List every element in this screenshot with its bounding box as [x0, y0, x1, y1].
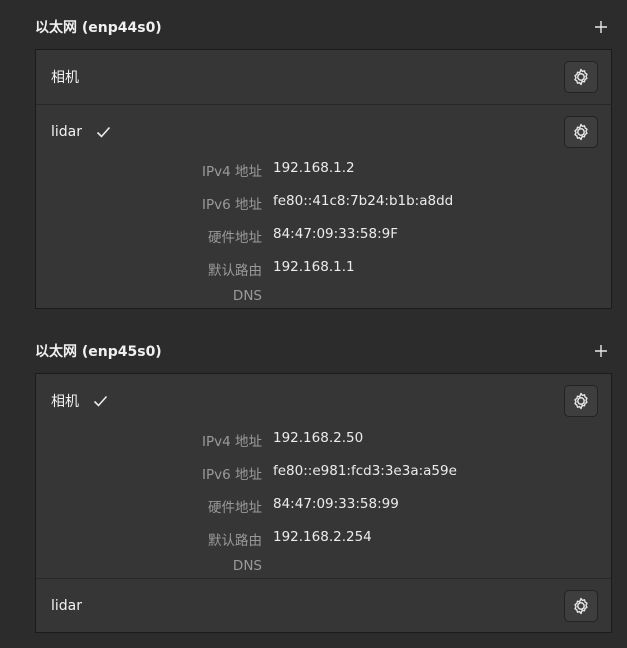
connection-details: IPv4 地址 192.168.2.50 IPv6 地址 fe80::e981:…: [36, 428, 611, 578]
detail-value: 84:47:09:33:58:99: [273, 496, 399, 512]
detail-label: IPv6 地址: [202, 197, 262, 213]
profile-name: lidar: [51, 123, 83, 140]
add-connection-button[interactable]: [590, 340, 612, 362]
detail-value: 84:47:09:33:58:9F: [273, 226, 398, 242]
profile-name: 相机: [51, 70, 79, 86]
detail-value: 192.168.1.1: [273, 259, 355, 275]
detail-dns: DNS: [36, 558, 611, 578]
detail-ipv6: IPv6 地址 fe80::e981:fcd3:3e3a:a59e: [36, 463, 611, 483]
detail-label: IPv6 地址: [202, 467, 262, 483]
detail-default-route: 默认路由 192.168.1.1: [36, 259, 611, 279]
profile-settings-button[interactable]: [564, 116, 598, 148]
profile-row-camera[interactable]: 相机: [36, 374, 611, 428]
checkmark-icon: [93, 395, 108, 407]
section-title: 以太网 (enp44s0): [35, 20, 162, 36]
profile-name: 相机: [51, 394, 79, 410]
detail-value: fe80::e981:fcd3:3e3a:a59e: [273, 463, 457, 479]
detail-ipv4: IPv4 地址 192.168.2.50: [36, 430, 611, 450]
detail-hardware-address: 硬件地址 84:47:09:33:58:9F: [36, 226, 611, 246]
detail-value: 192.168.2.254: [273, 529, 372, 545]
add-connection-button[interactable]: [590, 16, 612, 38]
profile-row-lidar[interactable]: lidar: [36, 104, 611, 158]
detail-label: IPv4 地址: [202, 434, 262, 450]
gear-icon: [574, 123, 588, 141]
detail-hardware-address: 硬件地址 84:47:09:33:58:99: [36, 496, 611, 516]
connection-panel-enp45s0: 相机 IPv4 地址 192.168.2.50 IPv6 地址 fe80::e9…: [35, 373, 612, 633]
gear-icon: [574, 392, 588, 410]
detail-value: fe80::41c8:7b24:b1b:a8dd: [273, 193, 454, 209]
detail-value: 192.168.1.2: [273, 160, 355, 176]
profile-row-lidar[interactable]: lidar: [36, 578, 611, 632]
profile-row-camera[interactable]: 相机: [36, 50, 611, 104]
ethernet-section-header-enp45s0: 以太网 (enp45s0): [35, 339, 612, 363]
ethernet-section-header-enp44s0: 以太网 (enp44s0): [35, 15, 612, 39]
detail-dns: DNS: [36, 288, 611, 308]
detail-label: 硬件地址: [208, 500, 262, 516]
checkmark-icon: [96, 126, 111, 138]
profile-settings-button[interactable]: [564, 61, 598, 93]
gear-icon: [574, 68, 588, 86]
detail-ipv6: IPv6 地址 fe80::41c8:7b24:b1b:a8dd: [36, 193, 611, 213]
gear-icon: [574, 597, 588, 615]
plus-icon: [595, 345, 607, 357]
profile-name: lidar: [51, 597, 83, 614]
detail-label: 默认路由: [208, 263, 262, 279]
plus-icon: [595, 21, 607, 33]
detail-label: 硬件地址: [208, 230, 262, 246]
detail-value: 192.168.2.50: [273, 430, 364, 446]
connection-panel-enp44s0: 相机 lidar IPv4 地址 192.168.1.2 IPv6 地址 fe8…: [35, 49, 612, 309]
detail-label: DNS: [232, 288, 262, 304]
detail-default-route: 默认路由 192.168.2.254: [36, 529, 611, 549]
detail-ipv4: IPv4 地址 192.168.1.2: [36, 160, 611, 180]
connection-details: IPv4 地址 192.168.1.2 IPv6 地址 fe80::41c8:7…: [36, 158, 611, 308]
detail-label: 默认路由: [208, 533, 262, 549]
detail-label: IPv4 地址: [202, 164, 262, 180]
detail-label: DNS: [232, 558, 262, 574]
profile-settings-button[interactable]: [564, 385, 598, 417]
profile-settings-button[interactable]: [564, 590, 598, 622]
section-title: 以太网 (enp45s0): [35, 344, 162, 360]
